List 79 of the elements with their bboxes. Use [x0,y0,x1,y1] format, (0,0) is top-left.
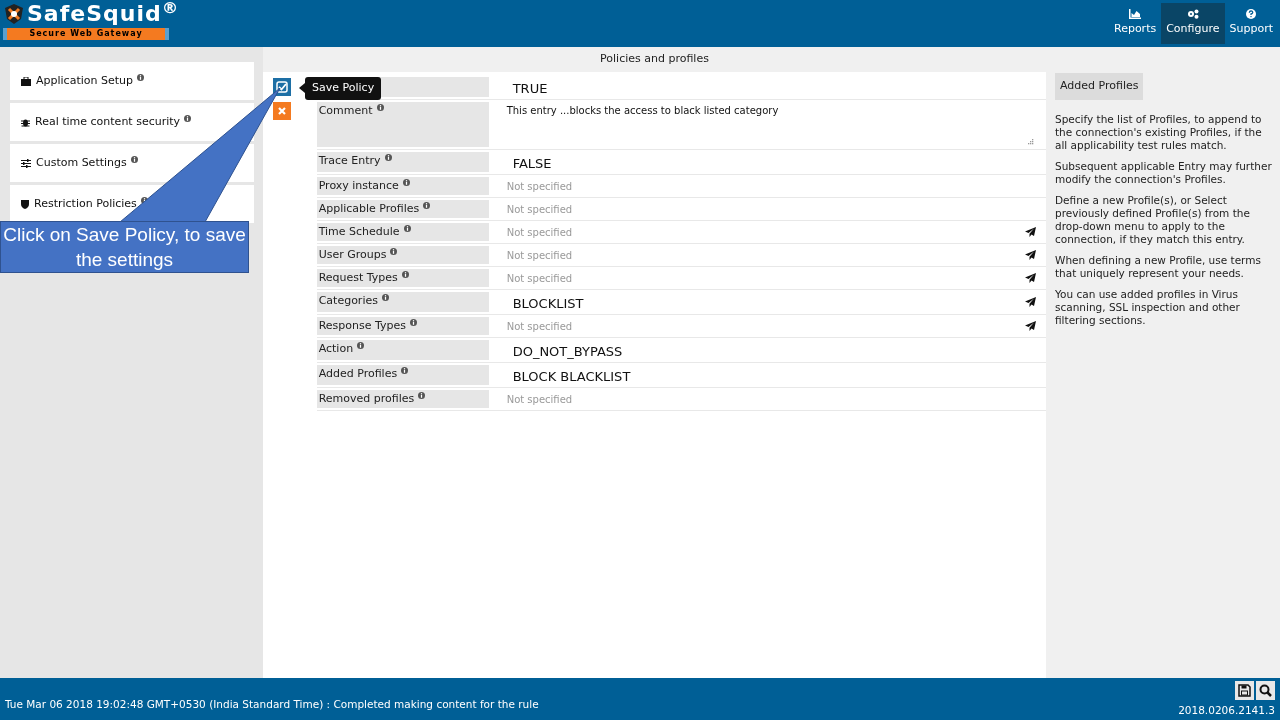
search-icon[interactable] [1256,681,1275,701]
field-value: TRUE [511,79,548,98]
tooltip-pointer-icon [299,83,305,94]
close-icon [277,106,287,116]
callout: Click on Save Policy, to save the settings [0,221,249,273]
shield-icon [21,199,29,209]
info-icon [184,114,192,122]
info-icon [381,294,389,301]
send-icon[interactable] [1025,297,1036,307]
field-label: Response Types [318,318,417,335]
logo-title: SafeSquid$^{®}$ [27,2,180,26]
page-title: Policies and profiles [600,51,709,68]
field-value: BLOCKLIST [511,294,584,313]
delete-button[interactable] [273,102,291,120]
gears-icon [1186,9,1199,20]
field-label: Categories [318,293,389,310]
info-icon [137,73,144,81]
nav-tab[interactable]: Support [1224,3,1278,44]
placeholder-value: Not specified [505,225,573,240]
field-label: Added Profiles [318,366,409,383]
placeholder-value: Not specified [505,248,573,263]
send-icon[interactable] [1025,250,1036,260]
placeholder-value: Not specified [505,179,573,194]
field-value: DO_NOT_BYPASS [511,342,623,361]
field-label: User Groups [318,247,398,264]
help-text: You can use added profiles in Virus scanning, SSL inspection and other filtering sections. [1055,287,1241,327]
send-icon[interactable] [1025,273,1036,283]
help-text: Specify the list of Profiles, to append to the connection's existing Profiles, if the all applicability test rules match. [1055,112,1263,152]
nav-tab[interactable]: Reports [1109,3,1162,44]
comment-value: This entry ...blocks the access to black listed category [505,104,779,118]
info-icon [357,342,365,349]
resize-grip-icon[interactable] [1028,139,1034,145]
info-icon [402,179,410,186]
logo-subtitle: Secure Web Gateway [3,28,169,40]
field-label: Removed profiles [318,391,426,408]
tooltip: Save Policy [305,77,382,100]
field-label: Applicable Profiles [318,201,431,218]
info-icon [418,392,426,399]
send-icon[interactable] [1025,321,1036,331]
placeholder-value: Not specified [505,271,573,286]
sliders-icon [21,158,31,168]
field-label: Time Schedule [318,224,411,241]
field-label: Trace Entry [318,153,392,170]
info-icon [130,155,138,163]
bug-icon [21,117,30,127]
help-icon [1246,9,1257,20]
info-icon [384,154,392,161]
field-value: BLOCK BLACKLIST [511,367,631,386]
chart-icon [1129,9,1142,20]
info-icon [410,319,417,326]
save-button[interactable] [273,78,291,96]
help-title: Added Profiles [1055,73,1144,100]
field-label: Proxy instance [318,178,410,195]
info-icon [401,367,409,374]
briefcase-icon [21,76,31,86]
info-icon [403,225,411,232]
field-label: Comment [318,103,384,120]
checkbox-icon [276,81,288,93]
help-text: Define a new Profile(s), or Select previously defined Profile(s) from the drop-down menu to apply to the connection, if they match this entry. [1055,193,1251,246]
version-label: 2018.0206.2141.3 [1178,703,1275,719]
sidebar-item[interactable]: Application Setup [10,62,254,100]
info-icon [401,271,409,278]
status-message: Tue Mar 06 2018 19:02:48 GMT+0530 (India Standard Time) : Completed making content for the rule [5,697,539,713]
save-icon[interactable] [1235,681,1254,701]
help-text: When defining a new Profile, use terms that uniquely represent your needs. [1055,253,1262,280]
field-value: FALSE [511,154,552,173]
field-label: Action [318,341,365,358]
placeholder-value: Not specified [505,392,573,407]
info-icon [390,248,398,255]
info-icon [423,202,431,209]
help-text: Subsequent applicable Entry may further modify the connection's Profiles. [1055,159,1272,186]
nav-tab[interactable]: Configure [1161,3,1225,44]
placeholder-value: Not specified [505,319,573,334]
sidebar-item[interactable]: Real time content security [10,103,254,141]
field-label: Request Types [318,270,409,287]
logo-icon [3,3,25,25]
send-icon[interactable] [1025,227,1036,237]
placeholder-value: Not specified [505,202,573,217]
info-icon [376,104,384,111]
